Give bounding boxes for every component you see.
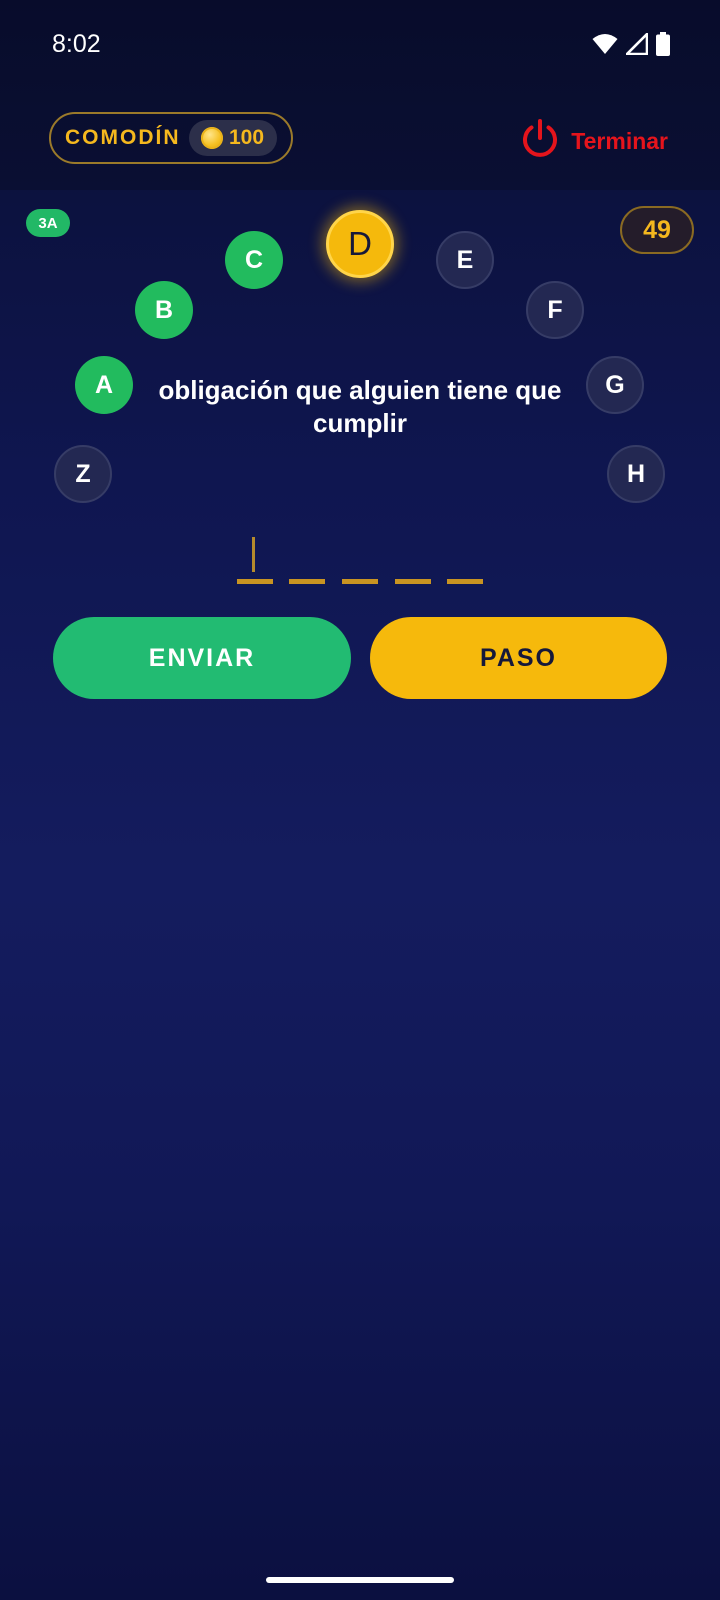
text-cursor: [252, 537, 255, 572]
pass-button[interactable]: PASO: [370, 617, 667, 699]
home-indicator[interactable]: [266, 1577, 454, 1583]
letter-a[interactable]: A: [75, 356, 133, 414]
remaining-counter: 49: [620, 206, 694, 254]
wifi-icon: [592, 33, 618, 60]
letter-b[interactable]: B: [135, 281, 193, 339]
answer-slot: [395, 579, 431, 584]
answer-input[interactable]: [236, 530, 486, 586]
answer-slot: [289, 579, 325, 584]
comodin-label: COMODÍN: [65, 126, 181, 149]
level-badge: 3A: [26, 209, 70, 237]
question-text: obligación que alguien tiene que cumplir: [158, 375, 562, 438]
answer-slot: [447, 579, 483, 584]
letter-h[interactable]: H: [607, 445, 665, 503]
signal-icon: [625, 32, 649, 60]
letter-d-current[interactable]: D: [326, 210, 394, 278]
answer-slot: [237, 579, 273, 584]
coin-count: 100: [228, 126, 265, 149]
letter-g[interactable]: G: [586, 356, 644, 414]
comodin-button[interactable]: COMODÍN 100: [49, 112, 293, 164]
answer-slot: [342, 579, 378, 584]
status-time: 8:02: [52, 30, 101, 58]
coin-icon: [200, 127, 223, 149]
end-game-button[interactable]: Terminar: [519, 118, 668, 165]
letter-z[interactable]: Z: [54, 445, 112, 503]
battery-icon: [656, 32, 670, 61]
letter-f[interactable]: F: [526, 281, 584, 339]
send-button[interactable]: ENVIAR: [53, 617, 351, 699]
status-icons: [592, 32, 670, 61]
end-game-label: Terminar: [571, 128, 668, 154]
coin-balance: 100: [188, 120, 277, 156]
power-icon: [519, 118, 561, 165]
letter-e[interactable]: E: [436, 231, 494, 289]
letter-c[interactable]: C: [225, 231, 283, 289]
